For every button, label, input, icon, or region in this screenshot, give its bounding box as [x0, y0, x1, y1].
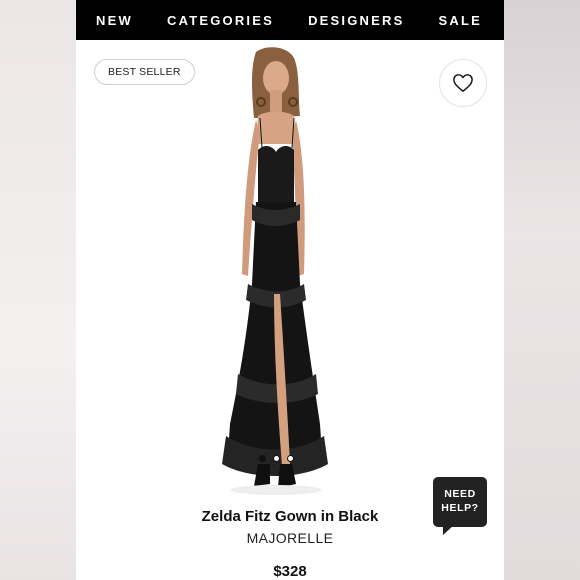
- product-title: Zelda Fitz Gown in Black: [201, 508, 379, 525]
- nav-item-designers[interactable]: DESIGNERS: [308, 13, 404, 28]
- background-left: [0, 0, 76, 580]
- nav-item-sale[interactable]: SALE: [439, 13, 482, 28]
- carousel-indicator: [259, 455, 294, 462]
- best-seller-badge: BEST SELLER: [94, 59, 195, 85]
- product-brand[interactable]: MAJORELLE: [76, 530, 504, 546]
- product-image[interactable]: [196, 44, 346, 500]
- top-nav: NEW CATEGORIES DESIGNERS SALE: [76, 0, 504, 40]
- product-price: $328: [273, 563, 307, 580]
- product-page: NEW CATEGORIES DESIGNERS SALE BEST SELLE…: [76, 0, 504, 580]
- favorite-button[interactable]: [439, 59, 487, 107]
- background-right: [504, 0, 580, 580]
- need-help-line1: NEED: [444, 488, 476, 500]
- carousel-dot-1[interactable]: [259, 455, 266, 462]
- nav-item-categories[interactable]: CATEGORIES: [167, 13, 274, 28]
- heart-icon: [453, 74, 473, 92]
- carousel-dot-3[interactable]: [287, 455, 294, 462]
- carousel-dot-2[interactable]: [273, 455, 280, 462]
- nav-item-new[interactable]: NEW: [96, 13, 133, 28]
